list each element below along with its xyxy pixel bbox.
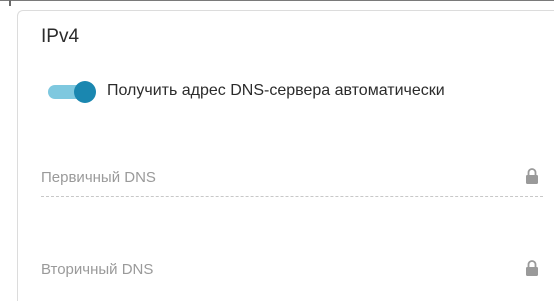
top-border-line bbox=[0, 0, 554, 1]
dns-auto-toggle[interactable] bbox=[48, 81, 96, 103]
lock-icon bbox=[526, 168, 538, 184]
secondary-dns-field bbox=[41, 255, 543, 289]
primary-dns-input[interactable] bbox=[41, 163, 516, 191]
secondary-dns-input[interactable] bbox=[41, 255, 516, 283]
primary-dns-underline bbox=[41, 196, 543, 197]
top-left-tick bbox=[9, 0, 11, 6]
lock-icon bbox=[526, 260, 538, 276]
toggle-knob bbox=[74, 81, 96, 103]
dns-auto-label: Получить адрес DNS-сервера автоматически bbox=[107, 82, 445, 99]
section-title: IPv4 bbox=[41, 26, 80, 47]
primary-dns-field bbox=[41, 163, 543, 197]
